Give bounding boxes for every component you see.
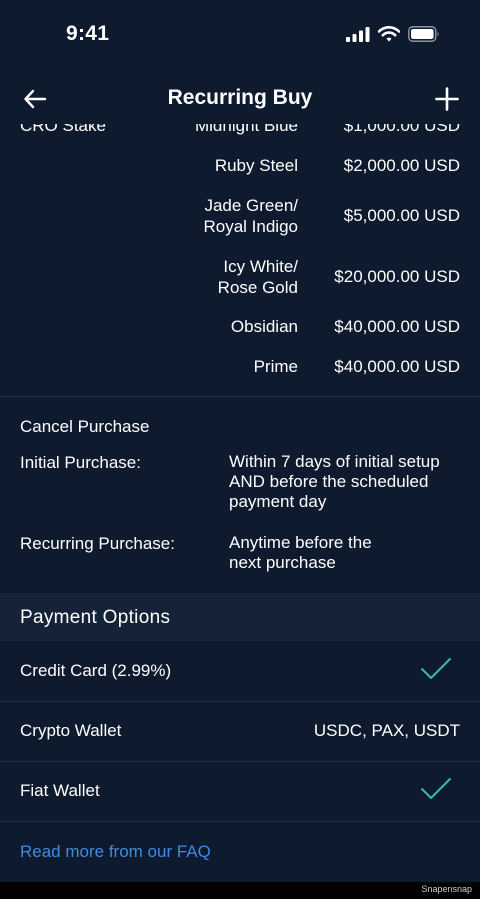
page-title: Recurring Buy (167, 86, 313, 109)
initial-purchase-value: Within 7 days of initial setup AND befor… (229, 452, 440, 511)
checkmark-icon (421, 658, 451, 679)
credit-card-label: Credit Card (2.99%) (20, 661, 172, 680)
tier-name: Midnight Blue (194, 124, 298, 135)
battery-icon (408, 26, 439, 42)
cellular-signal-icon (346, 27, 370, 42)
add-button[interactable] (430, 82, 464, 116)
wifi-icon (378, 26, 400, 42)
divider (0, 396, 480, 397)
content-scroll[interactable]: CRO Stake Midnight Blue $1,000.00 USD Ru… (0, 124, 480, 882)
tier-amount: $5,000.00 USD (343, 206, 460, 225)
faq-link[interactable]: Read more from our FAQ (20, 842, 211, 862)
plus-icon (435, 87, 459, 111)
crypto-wallet-label: Crypto Wallet (20, 721, 122, 740)
payment-options-title: Payment Options (20, 607, 171, 628)
tier-name: Icy White/Rose Gold (217, 257, 298, 297)
payment-option-fiat-wallet[interactable]: Fiat Wallet (0, 761, 480, 821)
fiat-wallet-label: Fiat Wallet (20, 781, 100, 800)
tier-amount: $40,000.00 USD (334, 317, 460, 336)
nav-bar: Recurring Buy (0, 72, 480, 124)
status-icons (346, 26, 440, 42)
tier-name: Ruby Steel (214, 156, 298, 175)
tier-name: Prime (253, 357, 298, 376)
status-bar: 9:41 (0, 0, 480, 72)
bottom-bar: Snapensnap (0, 882, 480, 899)
tier-name: Obsidian (230, 317, 298, 336)
checkmark-icon (421, 778, 451, 799)
tier-amount: $2,000.00 USD (343, 156, 460, 175)
recurring-purchase-value: Anytime before the next purchase (229, 533, 372, 572)
recurring-purchase-label: Recurring Purchase: (20, 534, 175, 553)
tier-stake-label: CRO Stake (20, 124, 106, 135)
status-time: 9:41 (66, 22, 110, 45)
divider (0, 821, 480, 822)
cancel-purchase-title: Cancel Purchase (20, 417, 150, 436)
watermark: Snapensnap (421, 884, 472, 894)
payment-options-header: Payment Options (0, 593, 480, 641)
crypto-wallet-value: USDC, PAX, USDT (313, 721, 460, 740)
tier-amount: $40,000.00 USD (334, 357, 460, 376)
payment-option-crypto-wallet[interactable]: Crypto Wallet USDC, PAX, USDT (0, 701, 480, 761)
tier-name: Jade Green/Royal Indigo (203, 196, 298, 236)
initial-purchase-label: Initial Purchase: (20, 453, 141, 472)
tier-amount: $1,000.00 USD (343, 124, 460, 135)
tier-amount: $20,000.00 USD (334, 267, 460, 286)
payment-option-credit-card[interactable]: Credit Card (2.99%) (0, 641, 480, 701)
